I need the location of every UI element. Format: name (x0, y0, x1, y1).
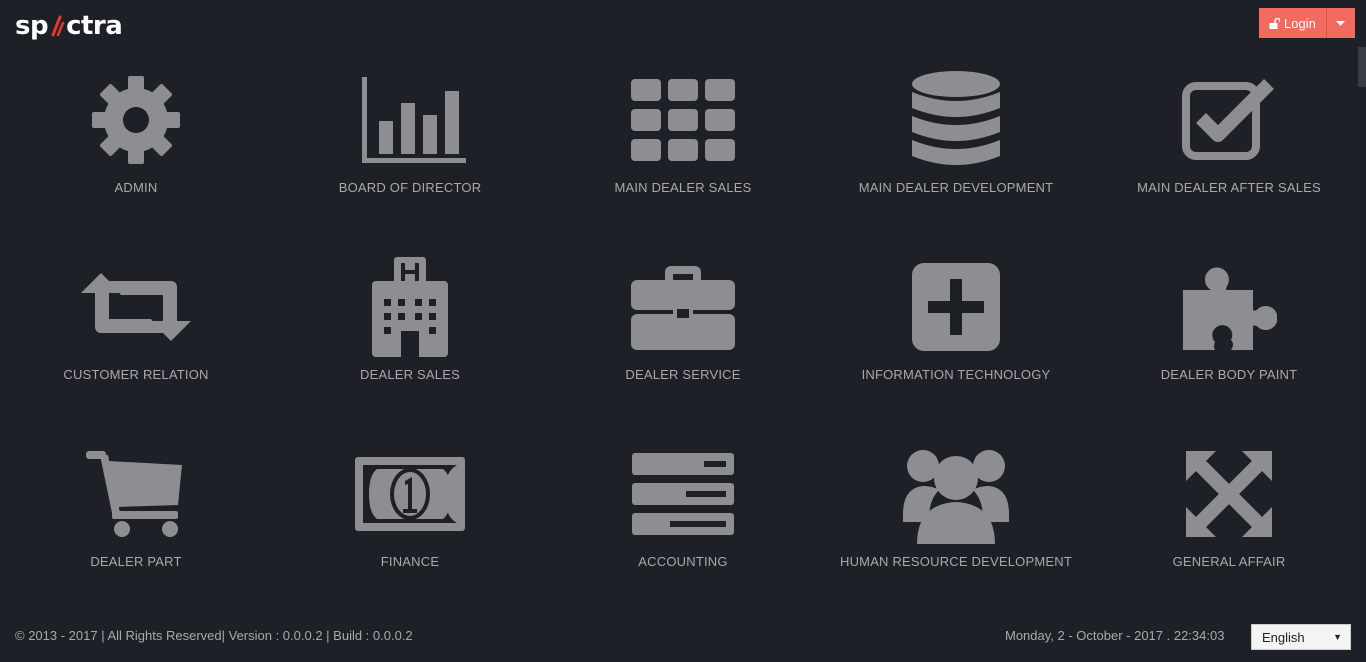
module-label: MAIN DEALER AFTER SALES (1137, 180, 1321, 195)
module-label: MAIN DEALER SALES (614, 180, 752, 195)
module-tile-main-dealer-development[interactable]: MAIN DEALER DEVELOPMENT (826, 70, 1086, 220)
money-bill-icon (350, 444, 470, 544)
module-label: DEALER BODY PAINT (1160, 367, 1298, 382)
login-dropdown-toggle[interactable] (1326, 8, 1355, 38)
retweet-icon (76, 257, 196, 357)
hospital-building-icon (350, 257, 470, 357)
module-tile-human-resource-development[interactable]: HUMAN RESOURCE DEVELOPMENT (826, 444, 1086, 594)
copyright-text: © 2013 - 2017 | All Rights Reserved| Ver… (15, 628, 413, 643)
puzzle-piece-icon (1169, 257, 1289, 357)
module-tile-customer-relation[interactable]: CUSTOMER RELATION (6, 257, 266, 407)
module-tile-dealer-sales[interactable]: DEALER SALES (280, 257, 540, 407)
language-selected-value: English (1262, 629, 1305, 645)
module-label: BOARD OF DIRECTOR (338, 180, 482, 195)
module-tile-finance[interactable]: FINANCE (280, 444, 540, 594)
expand-arrows-icon (1169, 444, 1289, 544)
module-label: FINANCE (380, 554, 440, 569)
unlock-icon (1269, 17, 1280, 29)
module-label: DEALER SERVICE (625, 367, 741, 382)
bar-chart-icon (350, 70, 470, 170)
module-label: ADMIN (114, 180, 158, 195)
login-button[interactable]: Login (1259, 8, 1327, 38)
users-icon (896, 444, 1016, 544)
checkbox-icon (1169, 70, 1289, 170)
login-label: Login (1284, 15, 1316, 31)
module-tile-dealer-part[interactable]: DEALER PART (6, 444, 266, 594)
module-label: INFORMATION TECHNOLOGY (861, 367, 1051, 382)
language-select[interactable]: English ▼ (1251, 624, 1351, 650)
module-label: HUMAN RESOURCE DEVELOPMENT (839, 554, 1072, 569)
database-icon (896, 70, 1016, 170)
gear-icon (76, 70, 196, 170)
server-icon (623, 444, 743, 544)
module-tile-board-of-director[interactable]: BOARD OF DIRECTOR (280, 70, 540, 220)
module-label: GENERAL AFFAIR (1172, 554, 1286, 569)
logo-slash-mark (51, 15, 65, 37)
module-tile-dealer-service[interactable]: DEALER SERVICE (553, 257, 813, 407)
module-label: DEALER PART (90, 554, 182, 569)
module-tile-dealer-body-paint[interactable]: DEALER BODY PAINT (1099, 257, 1359, 407)
module-tile-general-affair[interactable]: GENERAL AFFAIR (1099, 444, 1359, 594)
module-tile-accounting[interactable]: ACCOUNTING (553, 444, 813, 594)
module-tile-information-technology[interactable]: INFORMATION TECHNOLOGY (826, 257, 1086, 407)
caret-down-icon (1336, 20, 1346, 26)
module-label: ACCOUNTING (638, 554, 728, 569)
logo-text-left: sp (15, 11, 49, 41)
spectra-logo: sp ctra (15, 10, 123, 42)
grid-icon (623, 70, 743, 170)
login-button-group: Login (1259, 8, 1355, 38)
module-tile-main-dealer-after-sales[interactable]: MAIN DEALER AFTER SALES (1099, 70, 1359, 220)
briefcase-icon (623, 257, 743, 357)
module-label: DEALER SALES (360, 367, 460, 382)
datetime-text: Monday, 2 - October - 2017 . 22:34:03 (1005, 628, 1225, 643)
scrollbar-thumb[interactable] (1358, 47, 1366, 87)
plus-square-icon (896, 257, 1016, 357)
dropdown-arrow-icon: ▼ (1333, 632, 1342, 642)
module-tile-main-dealer-sales[interactable]: MAIN DEALER SALES (553, 70, 813, 220)
module-label: CUSTOMER RELATION (63, 367, 209, 382)
module-tile-admin[interactable]: ADMIN (6, 70, 266, 220)
logo-text-right: ctra (66, 11, 123, 41)
module-label: MAIN DEALER DEVELOPMENT (858, 180, 1054, 195)
shopping-cart-icon (76, 444, 196, 544)
